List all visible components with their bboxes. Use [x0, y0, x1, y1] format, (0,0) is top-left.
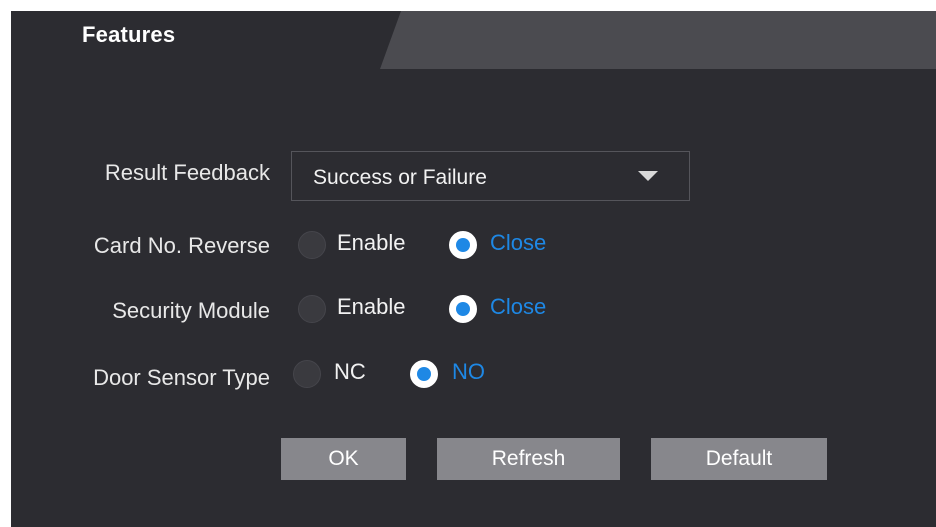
card-no-reverse-enable-label[interactable]: Enable	[337, 230, 406, 256]
door-sensor-no-label[interactable]: NO	[452, 359, 485, 385]
page-margin	[0, 0, 11, 527]
security-module-enable-radio[interactable]	[298, 295, 326, 323]
security-module-enable-label[interactable]: Enable	[337, 294, 406, 320]
card-no-reverse-close-radio[interactable]	[449, 231, 477, 259]
result-feedback-select[interactable]: Success or Failure	[291, 151, 690, 201]
card-no-reverse-label: Card No. Reverse	[93, 233, 270, 258]
card-no-reverse-enable-radio[interactable]	[298, 231, 326, 259]
result-feedback-label: Result Feedback	[104, 160, 270, 185]
door-sensor-nc-radio[interactable]	[293, 360, 321, 388]
security-module-close-radio[interactable]	[449, 295, 477, 323]
result-feedback-value: Success or Failure	[313, 166, 487, 189]
door-sensor-no-radio[interactable]	[410, 360, 438, 388]
default-button[interactable]: Default	[651, 438, 827, 480]
refresh-button[interactable]: Refresh	[437, 438, 620, 480]
tab-features[interactable]: Features	[82, 22, 175, 48]
security-module-close-label[interactable]: Close	[490, 294, 546, 320]
caret-down-icon	[638, 171, 658, 181]
door-sensor-nc-label[interactable]: NC	[334, 359, 366, 385]
door-sensor-type-label: Door Sensor Type	[93, 365, 270, 390]
ok-button[interactable]: OK	[281, 438, 406, 480]
card-no-reverse-close-label[interactable]: Close	[490, 230, 546, 256]
security-module-label: Security Module	[112, 298, 270, 323]
